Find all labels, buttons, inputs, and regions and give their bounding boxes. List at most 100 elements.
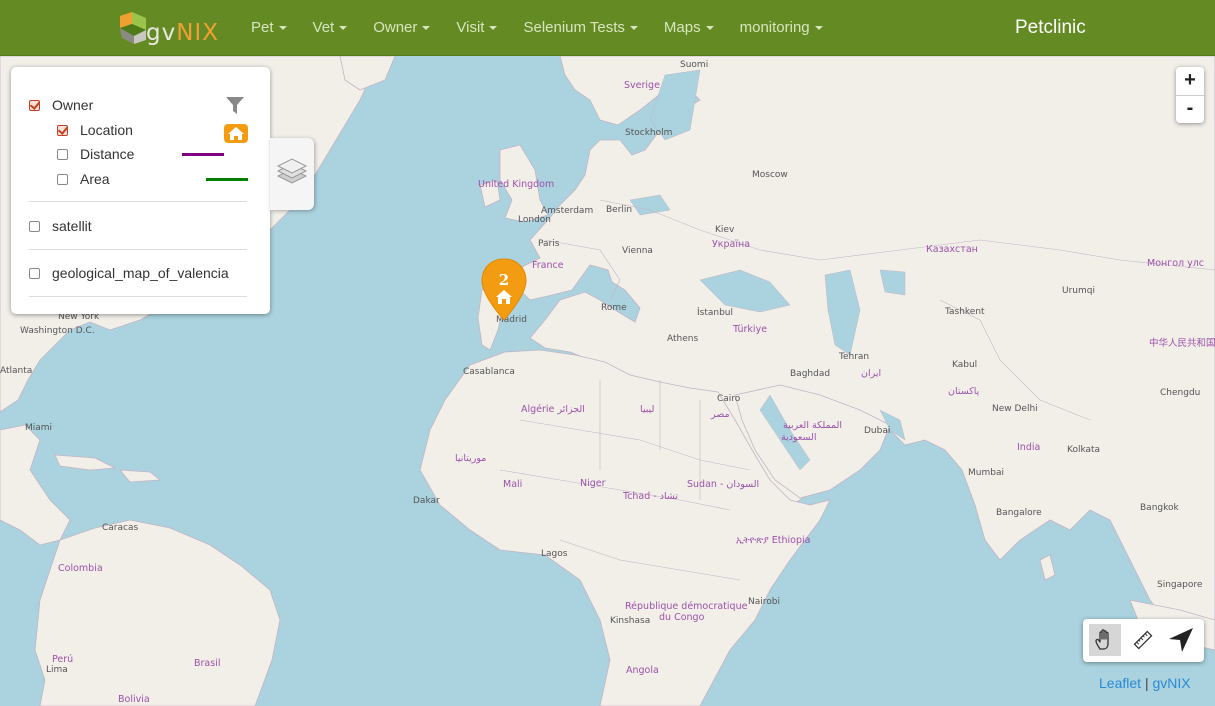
distance-legend-line: [182, 153, 224, 156]
nav-label: Pet: [251, 19, 274, 36]
zoom-out-button[interactable]: -: [1176, 95, 1204, 123]
map-marker-cluster[interactable]: 2: [481, 258, 527, 322]
map-label: Angola: [626, 665, 659, 676]
locate-tool-button[interactable]: [1165, 624, 1197, 656]
nav-maps-menu[interactable]: Maps: [651, 0, 727, 56]
map-label: Algérie الجزائر: [521, 404, 585, 415]
filter-icon[interactable]: [226, 97, 244, 114]
caret-down-icon: [814, 26, 823, 31]
map-label: Niger: [580, 478, 606, 489]
cluster-count: 2: [498, 271, 510, 289]
map-label: Miami: [25, 423, 53, 433]
pan-tool-button[interactable]: [1089, 624, 1121, 656]
map-label: Mumbai: [968, 468, 1004, 478]
map-label: Paris: [538, 239, 560, 249]
map-label: 中华人民共和国: [1149, 338, 1215, 349]
navigation-arrow-icon: [1169, 628, 1193, 652]
map-label: Tchad - تشاد: [623, 491, 679, 502]
map-label: Vienna: [622, 246, 653, 256]
map-label: Perú: [52, 654, 74, 665]
map-label: Bangkok: [1140, 503, 1179, 513]
map-label: Dubai: [864, 426, 891, 436]
layer-label: Owner: [52, 97, 94, 113]
layer-label: Area: [80, 171, 110, 187]
map-label: Baghdad: [790, 369, 831, 379]
layer-location[interactable]: Location: [57, 120, 133, 140]
distance-checkbox[interactable]: [57, 148, 68, 160]
map-pin-icon: [481, 258, 527, 321]
map-label: Монгол улс: [1147, 258, 1205, 269]
caret-down-icon: [629, 26, 638, 31]
map-label: Kiev: [715, 225, 735, 235]
map-label: Kolkata: [1067, 445, 1101, 455]
map-label: République démocratique: [625, 601, 748, 612]
layers-icon: [276, 158, 308, 184]
layer-label: Location: [80, 122, 133, 138]
nav-label: Owner: [373, 19, 418, 36]
brand-logo[interactable]: gvNIX: [116, 10, 226, 46]
map-label: Brasil: [194, 658, 221, 669]
divider: [29, 249, 247, 250]
geological-checkbox[interactable]: [29, 267, 40, 279]
top-navbar: gvNIX Pet Vet Owner Visit Selenium Tests…: [0, 0, 1215, 56]
hand-icon: [1095, 629, 1109, 650]
nav-label: Vet: [312, 19, 335, 36]
map-label: Chengdu: [1160, 388, 1201, 398]
layer-area[interactable]: Area: [57, 169, 110, 189]
map-label: İstanbul: [697, 308, 734, 318]
map-label: Caracas: [102, 523, 139, 533]
location-checkbox[interactable]: [57, 124, 68, 136]
map-label: Bangalore: [996, 508, 1042, 518]
app-title[interactable]: Petclinic: [1015, 0, 1086, 56]
layer-label: satellit: [52, 218, 92, 234]
area-checkbox[interactable]: [57, 173, 68, 185]
zoom-in-button[interactable]: +: [1176, 67, 1204, 95]
map-label: Lagos: [541, 549, 568, 559]
nav-visit-menu[interactable]: Visit: [443, 0, 510, 56]
nav-owner-menu[interactable]: Owner: [360, 0, 443, 56]
satellit-checkbox[interactable]: [29, 220, 40, 232]
map-label: پاکستان: [948, 386, 980, 397]
zoom-control: + -: [1176, 67, 1204, 123]
nav-vet-menu[interactable]: Vet: [300, 0, 361, 56]
leaflet-link[interactable]: Leaflet: [1099, 675, 1141, 691]
map-label: مصر: [711, 409, 730, 420]
cube-logo-icon: [120, 12, 146, 44]
layer-geological-map[interactable]: geological_map_of_valencia: [29, 263, 229, 283]
nav-label: Maps: [663, 19, 701, 36]
map-label: Sudan - السودان: [687, 479, 760, 490]
home-icon: [224, 124, 248, 143]
map-label: Nairobi: [748, 597, 780, 607]
map-label: France: [532, 260, 564, 271]
measure-tool-button[interactable]: [1127, 624, 1159, 656]
nav-label: monitoring: [739, 19, 810, 36]
nav-selenium-tests-menu[interactable]: Selenium Tests: [510, 0, 650, 56]
map-label: New Delhi: [992, 404, 1038, 414]
caret-down-icon: [705, 26, 714, 31]
map-label: du Congo: [659, 612, 705, 623]
map-label: ليبيا: [640, 404, 655, 415]
map-label: المملكة العربية: [783, 420, 842, 431]
layer-distance[interactable]: Distance: [57, 144, 134, 164]
map-label: Urumqi: [1062, 286, 1095, 296]
map-label: Casablanca: [463, 367, 515, 377]
map-label: Atlanta: [0, 366, 33, 376]
nav-monitoring-menu[interactable]: monitoring: [727, 0, 836, 56]
caret-down-icon: [339, 26, 348, 31]
map-label: ایران: [861, 368, 882, 379]
map-label: Lima: [46, 665, 68, 675]
owner-checkbox[interactable]: [29, 99, 40, 111]
map-label: Athens: [667, 334, 699, 344]
layer-owner[interactable]: Owner: [29, 95, 93, 115]
map-label: Dakar: [413, 496, 440, 506]
map-tools-toolbar: [1083, 619, 1204, 662]
gvnix-link[interactable]: gvNIX: [1152, 675, 1190, 691]
map-label: United Kingdom: [478, 179, 555, 190]
map-label: Suomi: [680, 60, 709, 70]
map-label: Singapore: [1157, 580, 1203, 590]
nav-pet-menu[interactable]: Pet: [238, 0, 300, 56]
area-legend-line: [206, 178, 248, 181]
layer-satellit[interactable]: satellit: [29, 216, 92, 236]
layers-toggle-button[interactable]: [270, 138, 314, 210]
map-label: Tashkent: [945, 307, 985, 317]
